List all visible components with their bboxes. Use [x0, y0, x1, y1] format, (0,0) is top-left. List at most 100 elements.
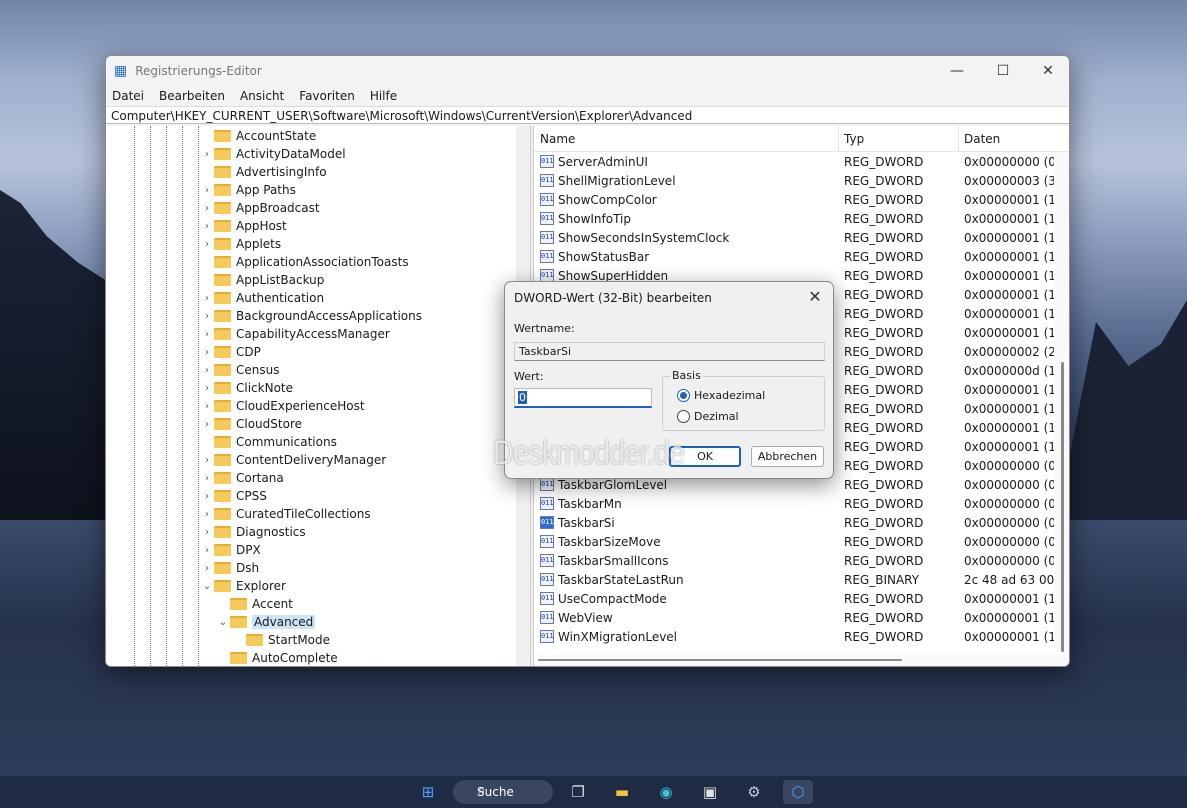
file-explorer-icon[interactable]: ▬	[607, 780, 637, 804]
tree-node[interactable]: › AppBroadcast	[200, 199, 320, 217]
tree-node[interactable]: › Dsh	[200, 559, 259, 577]
value-row[interactable]: 011 TaskbarSmallIcons REG_DWORD 0x00000000 …	[534, 551, 1055, 570]
minimize-button[interactable]: —	[934, 56, 980, 86]
chevron-icon[interactable]: ›	[200, 347, 214, 358]
chevron-icon[interactable]: ›	[200, 383, 214, 394]
cancel-button[interactable]: Abbrechen	[751, 446, 824, 467]
tree-node[interactable]: › Census	[200, 361, 279, 379]
edge-browser-icon[interactable]: ◉	[651, 780, 681, 804]
scrollbar-thumb[interactable]	[1061, 362, 1064, 652]
store-icon[interactable]: ▣	[695, 780, 725, 804]
list-vertical-scrollbar[interactable]	[1055, 152, 1069, 666]
chevron-icon[interactable]: ›	[200, 293, 214, 304]
address-bar[interactable]: Computer\HKEY_CURRENT_USER\Software\Micr…	[106, 106, 1069, 124]
value-row[interactable]: 011 TaskbarStateLastRun REG_BINARY 2c 48 ad…	[534, 570, 1055, 589]
chevron-icon[interactable]: ›	[200, 185, 214, 196]
scrollbar-thumb[interactable]	[538, 659, 902, 661]
value-row[interactable]: 011 UseCompactMode REG_DWORD 0x00000001 (1)	[534, 589, 1055, 608]
tree-node[interactable]: › ActivityDataModel	[200, 145, 346, 163]
chevron-icon[interactable]: ›	[200, 509, 214, 520]
value-row[interactable]: 011 ShowStatusBar REG_DWORD 0x00000001 (1)	[534, 247, 1055, 266]
tree-node[interactable]: › ContentDeliveryManager	[200, 451, 386, 469]
regedit-taskbar-icon[interactable]: ⬡	[783, 780, 813, 804]
chevron-icon[interactable]: ›	[200, 545, 214, 556]
tree-node[interactable]: › App Paths	[200, 181, 296, 199]
chevron-icon[interactable]: ›	[200, 491, 214, 502]
column-separator[interactable]	[958, 126, 959, 152]
chevron-icon[interactable]: ›	[200, 563, 214, 574]
chevron-icon[interactable]: ›	[200, 203, 214, 214]
chevron-icon[interactable]: ›	[200, 473, 214, 484]
windows-start-icon[interactable]: ⊞	[413, 780, 443, 804]
tree-node[interactable]: › CloudExperienceHost	[200, 397, 365, 415]
tree-node[interactable]: ⌄ Explorer	[200, 577, 286, 595]
menu-help[interactable]: Hilfe	[370, 89, 397, 103]
radio-decimal[interactable]: Dezimal	[677, 410, 739, 423]
tree-node[interactable]: AccountState	[200, 127, 316, 145]
chevron-icon[interactable]: ›	[200, 365, 214, 376]
chevron-icon[interactable]: ›	[200, 401, 214, 412]
chevron-icon[interactable]: ›	[200, 527, 214, 538]
tree-node[interactable]: StartMode	[232, 631, 330, 649]
dialog-title[interactable]: DWORD-Wert (32-Bit) bearbeiten ✕	[505, 282, 833, 313]
menu-view[interactable]: Ansicht	[240, 89, 284, 103]
value-row[interactable]: 011 WebView REG_DWORD 0x00000001 (1)	[534, 608, 1055, 627]
value-row[interactable]: 011 ShowSecondsInSystemClock REG_DWORD 0x00…	[534, 228, 1055, 247]
chevron-icon[interactable]: ›	[200, 149, 214, 160]
value-row[interactable]: 011 ShowInfoTip REG_DWORD 0x00000001 (1)	[534, 209, 1055, 228]
value-row[interactable]: 011 TaskbarSi REG_DWORD 0x00000000 (0)	[534, 513, 1055, 532]
dialog-close-button[interactable]: ✕	[803, 286, 827, 308]
chevron-icon[interactable]: ›	[200, 455, 214, 466]
value-row[interactable]: 011 WinXMigrationLevel REG_DWORD 0x00000001…	[534, 627, 1055, 646]
settings-gear-icon[interactable]: ⚙	[739, 780, 769, 804]
tree-node[interactable]: › CloudStore	[200, 415, 302, 433]
column-separator[interactable]	[838, 126, 839, 152]
chevron-icon[interactable]: ›	[200, 329, 214, 340]
chevron-icon[interactable]: ›	[200, 311, 214, 322]
tree-node[interactable]: › CapabilityAccessManager	[200, 325, 390, 343]
value-type: REG_BINARY	[844, 572, 920, 587]
tree-node[interactable]: ⌄ Advanced	[216, 613, 316, 631]
value-row[interactable]: 011 TaskbarSizeMove REG_DWORD 0x00000000 (0…	[534, 532, 1055, 551]
tree-node[interactable]: › Cortana	[200, 469, 284, 487]
column-header-name[interactable]: Name	[540, 132, 575, 146]
menu-favorites[interactable]: Favoriten	[299, 89, 355, 103]
value-row[interactable]: 011 ServerAdminUI REG_DWORD 0x00000000 (0)	[534, 152, 1055, 171]
tree-node[interactable]: AutoComplete	[216, 649, 338, 666]
value-row[interactable]: 011 TaskbarMn REG_DWORD 0x00000000 (0)	[534, 494, 1055, 513]
tree-node[interactable]: › DPX	[200, 541, 261, 559]
tree-node[interactable]: › CPSS	[200, 487, 267, 505]
chevron-icon[interactable]: ⌄	[216, 617, 230, 628]
value-row[interactable]: 011 ShellMigrationLevel REG_DWORD 0x0000000…	[534, 171, 1055, 190]
tree-node[interactable]: › CDP	[200, 343, 261, 361]
column-header-type[interactable]: Typ	[844, 132, 864, 146]
tree-node[interactable]: › ClickNote	[200, 379, 293, 397]
task-view-icon[interactable]: ❐	[563, 780, 593, 804]
tree-node[interactable]: ApplicationAssociationToasts	[200, 253, 409, 271]
column-header-data[interactable]: Daten	[964, 132, 1000, 146]
tree-node[interactable]: › AppHost	[200, 217, 287, 235]
tree-node[interactable]: AppListBackup	[200, 271, 324, 289]
tree-node[interactable]: › Authentication	[200, 289, 324, 307]
list-horizontal-scrollbar[interactable]	[534, 654, 1055, 666]
tree-node[interactable]: › BackgroundAccessApplications	[200, 307, 422, 325]
tree-node[interactable]: AdvertisingInfo	[200, 163, 327, 181]
value-data-input[interactable]: 0	[514, 388, 652, 408]
menu-file[interactable]: Datei	[112, 89, 144, 103]
tree-node[interactable]: › Applets	[200, 235, 281, 253]
taskbar-search[interactable]: ⌕ Suche	[453, 780, 553, 804]
tree-node[interactable]: Communications	[200, 433, 337, 451]
close-button[interactable]: ✕	[1025, 56, 1069, 86]
chevron-icon[interactable]: ›	[200, 419, 214, 430]
chevron-icon[interactable]: ›	[200, 239, 214, 250]
tree-node[interactable]: Accent	[216, 595, 293, 613]
chevron-icon[interactable]: ⌄	[200, 581, 214, 592]
maximize-button[interactable]: ☐	[980, 56, 1026, 86]
tree-node[interactable]: › Diagnostics	[200, 523, 306, 541]
chevron-icon[interactable]: ›	[200, 221, 214, 232]
menu-edit[interactable]: Bearbeiten	[159, 89, 225, 103]
value-row[interactable]: 011 ShowCompColor REG_DWORD 0x00000001 (1)	[534, 190, 1055, 209]
title-bar[interactable]: ▦ Registrierungs-Editor — ☐ ✕	[106, 56, 1069, 86]
radio-hexadecimal[interactable]: Hexadezimal	[677, 389, 765, 402]
tree-node[interactable]: › CuratedTileCollections	[200, 505, 371, 523]
